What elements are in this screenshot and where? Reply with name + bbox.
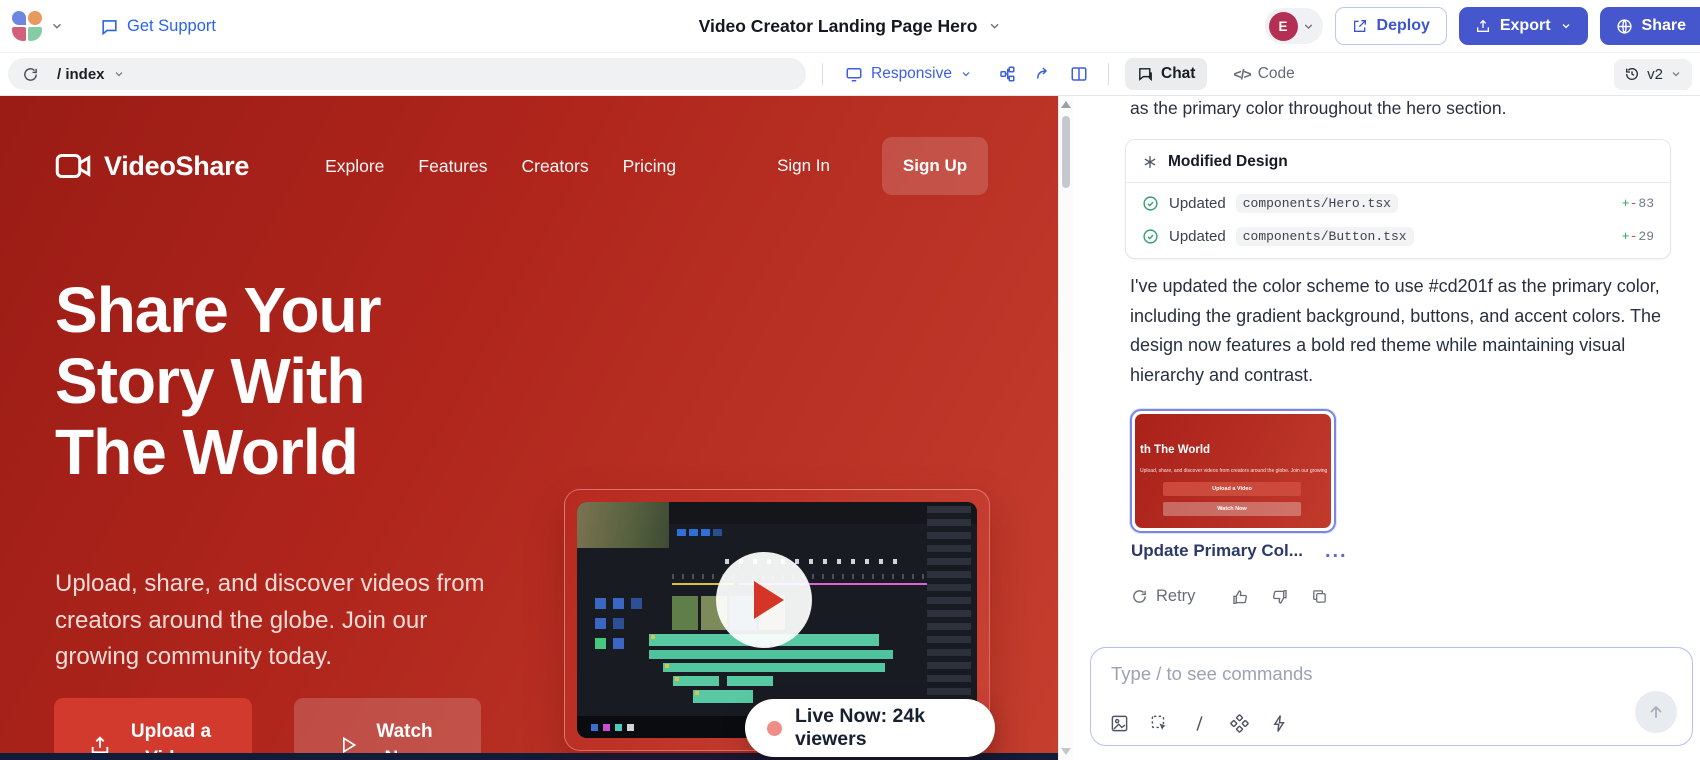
modified-design-card: Modified Design Updated components/Hero.… xyxy=(1125,139,1671,259)
device-chevron-icon xyxy=(960,68,972,80)
component-tree-icon[interactable] xyxy=(994,61,1020,87)
hero-headline: Share Your Story With The World xyxy=(55,275,381,488)
export-button[interactable]: Export xyxy=(1459,7,1588,45)
globe-icon xyxy=(1616,18,1633,35)
account-menu[interactable]: E xyxy=(1265,8,1323,44)
deploy-button[interactable]: Deploy xyxy=(1335,7,1447,45)
copy-button[interactable] xyxy=(1309,586,1330,607)
site-nav: Explore Features Creators Pricing xyxy=(325,156,676,177)
live-viewers-badge: Live Now: 24k viewers xyxy=(745,699,995,757)
device-size-selector[interactable]: Responsive xyxy=(839,64,978,84)
nav-pricing[interactable]: Pricing xyxy=(623,156,677,177)
top-bar: Get Support Video Creator Landing Page H… xyxy=(0,0,1700,53)
tab-chat[interactable]: Chat xyxy=(1125,58,1207,90)
nav-creators[interactable]: Creators xyxy=(521,156,588,177)
refresh-button[interactable] xyxy=(22,66,39,83)
version-chevron-icon xyxy=(1670,68,1682,80)
tab-code[interactable]: </> Code xyxy=(1221,58,1306,90)
export-chevron-icon xyxy=(1560,20,1572,32)
hero-subtext: Upload, share, and discover videos from … xyxy=(55,566,503,676)
upload-video-button[interactable]: Upload a Video xyxy=(54,698,252,760)
preview-scrollbar[interactable] xyxy=(1058,96,1073,760)
check-circle-icon xyxy=(1142,228,1159,245)
app-logo-icon xyxy=(12,11,42,41)
design-version-thumbnail[interactable]: th The World Upload, share, and discover… xyxy=(1130,409,1336,533)
site-header: VideoShare Explore Features Creators Pri… xyxy=(55,136,988,196)
file-change-row: Updated components/Button.tsx +-29 xyxy=(1142,223,1654,249)
watch-now-button[interactable]: Watch Now xyxy=(294,698,481,760)
logo-menu-chevron-icon[interactable] xyxy=(50,19,64,33)
app-window: Get Support Video Creator Landing Page H… xyxy=(0,0,1700,760)
retry-button[interactable]: Retry xyxy=(1129,585,1197,608)
divider xyxy=(1126,182,1670,183)
video-camera-icon xyxy=(55,152,91,180)
live-preview-pane: VideoShare Explore Features Creators Pri… xyxy=(0,96,1058,760)
slash-command-icon[interactable] xyxy=(1190,714,1209,733)
play-outline-icon xyxy=(338,735,358,755)
chat-panel: as the primary color throughout the hero… xyxy=(1073,96,1700,760)
version-menu-button[interactable]: ... xyxy=(1325,544,1348,558)
preview-toolbar: / index Responsive xyxy=(0,53,1700,96)
sparkle-icon xyxy=(1142,154,1158,170)
thumbs-down-button[interactable] xyxy=(1269,586,1291,608)
message-actions: Retry xyxy=(1129,585,1330,608)
external-link-icon xyxy=(1352,18,1368,34)
version-selector[interactable]: v2 xyxy=(1614,59,1692,90)
select-element-icon[interactable] xyxy=(1150,714,1169,733)
file-path-chip: components/Button.tsx xyxy=(1236,227,1414,246)
history-icon xyxy=(1624,66,1640,82)
assistant-message-tail: as the primary color throughout the hero… xyxy=(1130,96,1690,120)
scroll-down-arrow-icon[interactable] xyxy=(1061,748,1071,755)
divider xyxy=(822,63,823,85)
open-in-new-icon[interactable] xyxy=(1030,61,1056,87)
live-dot-icon xyxy=(767,721,782,736)
route-selector[interactable]: / index xyxy=(51,65,131,84)
monitor-icon xyxy=(845,65,863,83)
file-path-chip: components/Hero.tsx xyxy=(1236,194,1398,213)
title-chevron-icon[interactable] xyxy=(987,19,1001,33)
check-circle-icon xyxy=(1142,195,1159,212)
route-chevron-icon xyxy=(113,68,125,80)
chat-bubble-icon xyxy=(100,17,119,36)
assistant-message: I've updated the color scheme to use #cd… xyxy=(1130,272,1682,390)
attach-image-icon[interactable] xyxy=(1110,714,1129,733)
project-title: Video Creator Landing Page Hero xyxy=(699,16,978,37)
scrollbar-thumb[interactable] xyxy=(1062,116,1070,188)
components-icon[interactable] xyxy=(1230,714,1249,733)
url-bar[interactable]: / index xyxy=(8,58,806,90)
quick-action-icon[interactable] xyxy=(1270,714,1289,733)
play-button[interactable] xyxy=(716,552,812,648)
nav-explore[interactable]: Explore xyxy=(325,156,384,177)
retry-icon xyxy=(1131,588,1148,605)
share-button[interactable]: Share xyxy=(1600,7,1700,45)
thumbs-up-button[interactable] xyxy=(1229,586,1251,608)
sign-up-button[interactable]: Sign Up xyxy=(882,137,988,195)
split-view-icon[interactable] xyxy=(1066,61,1092,87)
upload-icon xyxy=(1475,18,1491,34)
mini-hero-preview: th The World Upload, share, and discover… xyxy=(1135,414,1331,528)
send-button[interactable] xyxy=(1635,691,1677,733)
site-logo[interactable]: VideoShare xyxy=(55,151,249,182)
get-support-button[interactable]: Get Support xyxy=(94,16,222,37)
file-change-row: Updated components/Hero.tsx +-83 xyxy=(1142,190,1654,216)
chat-composer xyxy=(1090,647,1693,746)
sign-in-button[interactable]: Sign In xyxy=(771,155,836,177)
diff-stat: +-83 xyxy=(1622,196,1654,211)
play-icon xyxy=(754,581,784,619)
nav-features[interactable]: Features xyxy=(418,156,487,177)
version-caption: Update Primary Col... xyxy=(1131,541,1303,561)
diff-stat: +-29 xyxy=(1622,229,1654,244)
code-icon: </> xyxy=(1233,66,1250,82)
avatar: E xyxy=(1269,12,1298,41)
divider xyxy=(1108,63,1109,85)
account-chevron-icon xyxy=(1302,20,1315,33)
chat-tab-icon xyxy=(1137,66,1154,83)
scroll-up-arrow-icon[interactable] xyxy=(1061,101,1071,108)
